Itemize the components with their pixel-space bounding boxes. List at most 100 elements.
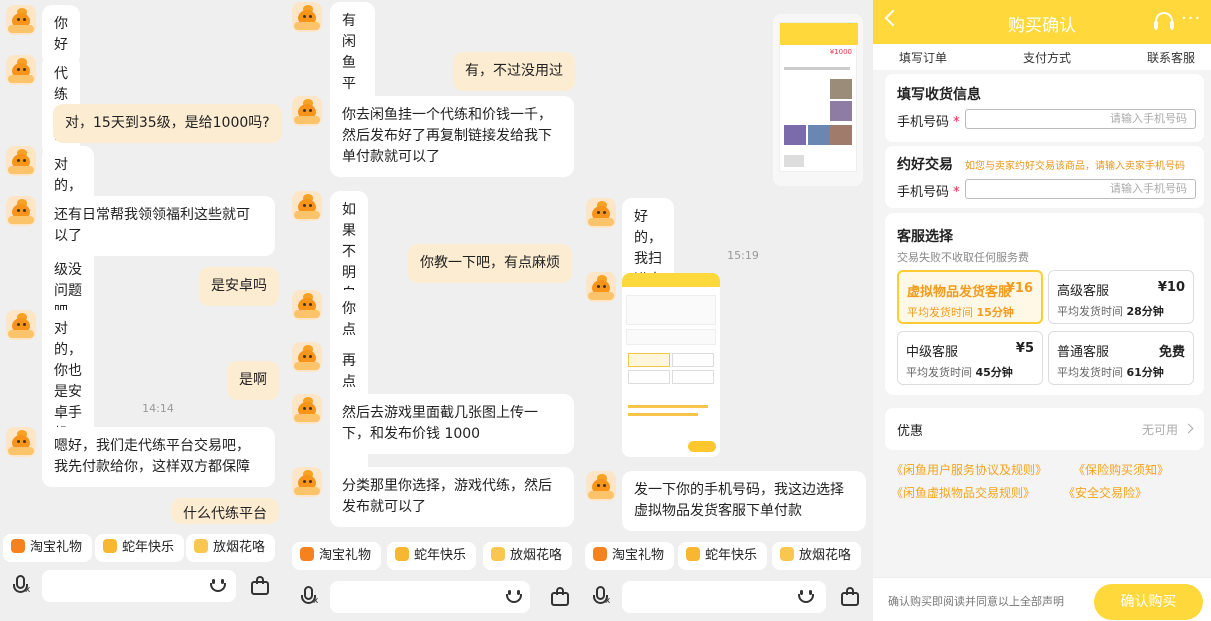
avatar[interactable] <box>586 471 616 501</box>
avatar[interactable] <box>292 290 322 320</box>
quick-reply-chip[interactable]: 淘宝礼物 <box>292 542 382 570</box>
chat-panel-3: ¥1000 好的，我扫进去看一下 15:19 <box>580 0 873 621</box>
quick-reply-chip[interactable]: 放烟花咯 <box>186 534 276 562</box>
deal-title: 约好交易 <box>897 157 953 173</box>
shipping-info-card: 填写收货信息 手机号码 * 请输入手机号码 <box>885 74 1204 142</box>
shopping-bag-icon[interactable] <box>550 586 570 606</box>
more-icon[interactable]: ··· <box>1181 8 1201 29</box>
progress-steps: 填写订单 支付方式 联系客服 <box>873 44 1211 70</box>
service-title: 客服选择 <box>897 229 953 245</box>
avatar[interactable] <box>292 191 322 221</box>
input-bar: x <box>580 581 873 613</box>
avatar[interactable] <box>586 198 616 228</box>
service-subtitle: 交易失败不收取任何服务费 <box>897 251 1029 264</box>
input-bar: x <box>0 570 288 602</box>
link-safe-trade-insurance[interactable]: 《安全交易险》 <box>1063 484 1147 501</box>
message-bubble: 你去闲鱼挂一个代练和价钱一千，然后发布好了再复制链接发给我下单付款就可以了 <box>330 96 574 177</box>
gift-icon <box>11 539 25 553</box>
message-bubble: 还有日常帮我领领福利这些就可以了 <box>42 196 275 256</box>
avatar[interactable] <box>292 2 322 32</box>
message-input[interactable] <box>622 581 826 613</box>
order-screenshot-thumbnail[interactable] <box>622 273 720 457</box>
quick-reply-bar: 淘宝礼物 蛇年快乐 放烟花咯 <box>0 534 288 564</box>
fireworks-icon <box>194 539 208 553</box>
message-bubble-mine: 对，15天到35级，是给1000吗? <box>53 104 282 143</box>
snake-icon <box>103 539 117 553</box>
emoji-icon[interactable] <box>504 588 524 606</box>
emoji-icon[interactable] <box>796 588 816 606</box>
voice-icon[interactable]: x <box>590 583 612 609</box>
message-input[interactable] <box>330 581 530 613</box>
footer-bar: 确认购买即阅读并同意以上全部声明 确认购买 <box>873 577 1211 621</box>
shopping-bag-icon[interactable] <box>250 575 270 595</box>
service-option-basic[interactable]: 普通客服 免费 平均发货时间 61分钟 <box>1048 331 1194 385</box>
quick-reply-bar: 淘宝礼物 蛇年快乐 放烟花咯 <box>288 542 580 572</box>
message-bubble: 然后去游戏里面截几张图上传一下，和发布价钱 1000 <box>330 394 574 454</box>
header-bar: 购买确认 ··· <box>873 0 1211 44</box>
message-bubble: 发一下你的手机号码，我这边选择虚拟物品发货客服下单付款 <box>622 471 866 531</box>
shopping-bag-icon[interactable] <box>840 586 860 606</box>
emoji-icon[interactable] <box>208 577 228 595</box>
snake-icon <box>395 547 409 561</box>
avatar[interactable] <box>292 342 322 372</box>
quick-reply-chip[interactable]: 蛇年快乐 <box>387 542 477 570</box>
gift-icon <box>300 547 314 561</box>
deal-card: 约好交易 如您与卖家约好交易该商品，请输入卖家手机号码 手机号码 * 请输入手机… <box>885 146 1204 208</box>
quick-reply-bar: 淘宝礼物 蛇年快乐 放烟花咯 <box>580 542 873 572</box>
message-bubble-mine: 你教一下吧，有点麻烦 <box>408 244 572 283</box>
avatar[interactable] <box>6 196 36 226</box>
step-fill-order: 填写订单 <box>899 51 948 65</box>
chevron-right-icon <box>1183 423 1194 434</box>
phone-label: 手机号码 * <box>897 115 960 130</box>
confirm-purchase-button[interactable]: 确认购买 <box>1094 584 1203 620</box>
thumb-price: ¥1000 <box>829 48 852 56</box>
chat-panel-1: 你好 代练是吗 对，15天到35级，是给1000吗? 对的，人物升到35级没问题… <box>0 0 288 621</box>
avatar[interactable] <box>292 394 322 424</box>
snake-icon <box>686 547 700 561</box>
timestamp: 14:14 <box>142 402 174 415</box>
seller-phone-label: 手机号码 * <box>897 185 960 200</box>
avatar[interactable] <box>292 467 322 497</box>
deal-note: 如您与卖家约好交易该商品，请输入卖家手机号码 <box>965 161 1185 172</box>
input-bar: x <box>288 581 580 613</box>
message-input[interactable] <box>42 570 236 602</box>
timestamp: 15:19 <box>727 249 759 262</box>
link-insurance-notice[interactable]: 《保险购买须知》 <box>1073 461 1169 478</box>
discount-row[interactable]: 优惠 无可用 <box>885 408 1204 450</box>
message-bubble-mine: 是安卓吗 <box>199 267 279 306</box>
avatar[interactable] <box>586 272 616 302</box>
headset-icon[interactable] <box>1154 12 1174 30</box>
phone-input[interactable]: 请输入手机号码 <box>965 109 1196 129</box>
service-option-mid[interactable]: 中级客服 ¥5 平均发货时间 45分钟 <box>897 331 1043 385</box>
link-user-agreement[interactable]: 《闲鱼用户服务协议及规则》 <box>891 461 1047 478</box>
screenshot-thumbnail[interactable]: ¥1000 <box>773 14 863 186</box>
avatar[interactable] <box>6 146 36 176</box>
service-selection-card: 客服选择 交易失败不收取任何服务费 虚拟物品发货客服 ¥16 平均发货时间 15… <box>885 213 1204 395</box>
service-option-senior[interactable]: 高级客服 ¥10 平均发货时间 28分钟 <box>1048 270 1194 324</box>
step-payment: 支付方式 <box>1023 51 1072 65</box>
seller-phone-input[interactable]: 请输入手机号码 <box>965 179 1196 199</box>
avatar[interactable] <box>6 55 36 85</box>
avatar[interactable] <box>6 310 36 340</box>
voice-icon[interactable]: x <box>298 583 320 609</box>
quick-reply-chip[interactable]: 蛇年快乐 <box>95 534 185 562</box>
avatar[interactable] <box>6 427 36 457</box>
link-virtual-goods-rules[interactable]: 《闲鱼虚拟物品交易规则》 <box>891 484 1035 501</box>
quick-reply-chip[interactable]: 淘宝礼物 <box>585 542 675 570</box>
quick-reply-chip[interactable]: 淘宝礼物 <box>3 534 93 562</box>
quick-reply-chip[interactable]: 放烟花咯 <box>483 542 573 570</box>
chat-panel-2: 有闲鱼平台吗? 有，不过没用过 你去闲鱼挂一个代练和价钱一千，然后发布好了再复制… <box>288 0 580 621</box>
fireworks-icon <box>780 547 794 561</box>
step-contact-service: 联系客服 <box>1147 51 1196 65</box>
message-bubble-mine: 是啊 <box>227 361 279 400</box>
avatar[interactable] <box>6 5 36 35</box>
purchase-confirm-screen: 购买确认 ··· 填写订单 支付方式 联系客服 填写收货信息 手机号码 * 请输… <box>873 0 1211 621</box>
avatar[interactable] <box>292 96 322 126</box>
message-bubble: 嗯好，我们走代练平台交易吧，我先付款给你，这样双方都保障 <box>42 427 275 487</box>
footer-note: 确认购买即阅读并同意以上全部声明 <box>888 595 1064 608</box>
service-option-virtual[interactable]: 虚拟物品发货客服 ¥16 平均发货时间 15分钟 <box>897 270 1043 324</box>
message-bubble-mine: 有，不过没用过 <box>453 52 575 91</box>
quick-reply-chip[interactable]: 蛇年快乐 <box>678 542 768 570</box>
quick-reply-chip[interactable]: 放烟花咯 <box>772 542 862 570</box>
voice-icon[interactable]: x <box>10 572 32 598</box>
